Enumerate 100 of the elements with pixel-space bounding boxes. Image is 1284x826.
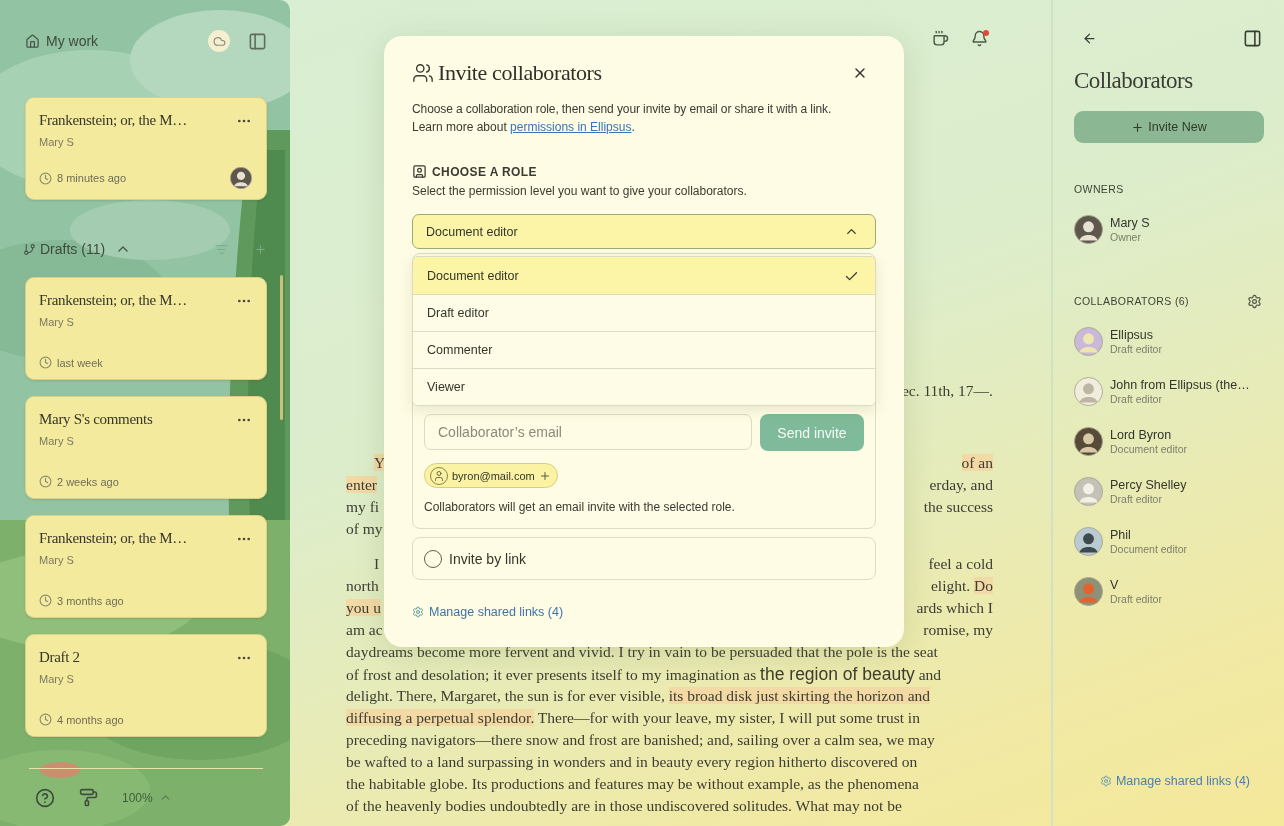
card-time: 4 months ago — [57, 713, 124, 726]
person-name: Lord Byron — [1110, 427, 1173, 442]
email-chip[interactable]: byron@mail.com — [424, 463, 558, 488]
plus-icon — [1131, 120, 1145, 134]
role-select[interactable]: Document editor — [412, 214, 876, 249]
role-option[interactable]: Document editor — [413, 257, 875, 294]
avatar — [230, 167, 252, 189]
card-author: Mary S — [39, 673, 74, 685]
option-label: Invite by link — [449, 550, 527, 567]
text-line: be wafted to a land surpassing in wonders and in beauty every region hitherto discovered on — [346, 753, 918, 771]
document-card[interactable]: Mary S's comments Mary S 2 weeks ago — [25, 396, 267, 499]
card-title: Frankenstein; or, the M… — [39, 530, 187, 547]
email-field[interactable]: Collaborator’s email — [424, 414, 752, 450]
text-line: the habitable globe. Its productions and features may be without example, as the phenomena — [346, 775, 919, 793]
avatar — [1074, 326, 1103, 356]
text-line: daydreams become more fervent and vivid. I try in vain to be persuaded that the pole is the seat — [346, 643, 938, 661]
gear-icon — [412, 606, 424, 618]
avatar — [1074, 476, 1103, 506]
cloud-icon — [212, 34, 226, 48]
text-line: of frost and desolation; it ever presents itself to my imagination as the region of beauty and — [346, 663, 942, 685]
clock-icon — [39, 594, 52, 607]
scrollbar-thumb[interactable] — [280, 275, 283, 420]
invite-new-button[interactable]: Invite New — [1074, 111, 1264, 143]
sidebar-toggle-icon[interactable] — [248, 31, 267, 51]
person-role: Draft editor — [1110, 392, 1163, 405]
panel-title: Collaborators — [1074, 68, 1194, 94]
email-note: Collaborators will get an email invite with the selected role. — [424, 500, 736, 514]
person-role: Document editor — [1110, 442, 1188, 455]
document-card[interactable]: Frankenstein; or, the M… Mary S 3 months ago — [25, 515, 267, 618]
person-name: Ellipsus — [1110, 327, 1155, 342]
text-line: my fi — [346, 498, 380, 516]
gear-icon — [1099, 775, 1112, 787]
card-title: Draft 2 — [39, 649, 80, 666]
person-role: Draft editor — [1110, 592, 1162, 605]
home-icon[interactable] — [25, 33, 40, 49]
card-title: Frankenstein; or, the M… — [39, 292, 187, 309]
section-heading: COLLABORATORS (6) — [1074, 295, 1189, 307]
dialog-title: Invite collaborators — [438, 60, 603, 86]
card-title: Frankenstein; or, the M… — [39, 112, 187, 129]
text-line: of the heavenly bodies undoubtedly are in those undiscovered solitudes. What may not be — [346, 797, 902, 815]
person-role: Document editor — [1110, 542, 1188, 555]
card-time: last week — [57, 356, 103, 369]
document-card[interactable]: Frankenstein; or, the M… Mary S last week — [25, 277, 267, 380]
person-name: John from Ellipsus (the… — [1110, 377, 1250, 392]
back-icon[interactable] — [1082, 30, 1097, 46]
text-line: romise, my — [923, 621, 993, 639]
user-frame-icon — [412, 164, 427, 179]
manage-links-link[interactable]: Manage shared links (4) — [1099, 774, 1251, 788]
section-hint: Select the permission level you want to give your collaborators. — [412, 184, 748, 198]
panel-toggle-icon[interactable] — [1243, 28, 1262, 48]
person-role: Owner — [1110, 230, 1142, 243]
help-icon[interactable] — [35, 787, 55, 808]
text-line: diffusing a perpetual splendor. There—for with your leave, my sister, I will put some trust in — [346, 709, 920, 727]
workspace-title[interactable]: My work — [46, 33, 202, 49]
card-author: Mary S — [39, 435, 74, 447]
role-option[interactable]: Viewer — [413, 368, 875, 405]
document-card[interactable]: Draft 2 Mary S 4 months ago — [25, 634, 267, 737]
text-line: preceding navigators—there snow and frost are banished; and, sailing over a calm sea, we may — [346, 731, 935, 749]
text-line: am ac — [346, 621, 383, 639]
person-name: Phil — [1110, 527, 1132, 542]
paint-roller-icon[interactable] — [79, 788, 98, 807]
text-line: delight. There, Margaret, the sun is for ever visible, its broad disk just skirting the horizon and — [346, 687, 930, 705]
text-line: the success — [923, 498, 993, 516]
branch-icon — [23, 242, 36, 256]
document-card[interactable]: Frankenstein; or, the M… Mary S 8 minutes ago — [25, 97, 267, 200]
avatar — [1074, 214, 1103, 244]
cup-icon[interactable] — [932, 30, 949, 47]
clock-icon — [39, 171, 52, 185]
text-line: I — [373, 555, 380, 573]
person-role: Draft editor — [1110, 342, 1162, 355]
card-author: Mary S — [39, 316, 74, 328]
avatar — [1074, 576, 1103, 606]
card-author: Mary S — [39, 554, 74, 566]
section-heading: OWNERS — [1074, 183, 1124, 195]
learn-more-text: Learn more about permissions in Ellipsus. — [412, 119, 636, 136]
text-line: elight. Do — [931, 577, 993, 595]
person-name: V — [1110, 577, 1120, 592]
plus-icon — [538, 469, 551, 482]
avatar — [1074, 526, 1103, 556]
card-time: 2 weeks ago — [57, 475, 119, 488]
card-author: Mary S — [39, 136, 74, 148]
person-name: Percy Shelley — [1110, 477, 1187, 492]
invite-link-option[interactable]: Invite by link — [412, 537, 876, 580]
section-heading: CHOOSE A ROLE — [432, 164, 537, 179]
card-time: 3 months ago — [57, 594, 124, 607]
role-option[interactable]: Draft editor — [413, 294, 875, 331]
text-line: feel a cold — [928, 555, 993, 573]
drafts-heading[interactable]: Drafts (11) — [40, 241, 106, 257]
manage-links-link[interactable]: Manage shared links (4) — [412, 605, 564, 619]
avatar — [1074, 426, 1103, 456]
avatar — [1074, 376, 1103, 406]
person-role: Draft editor — [1110, 492, 1163, 505]
settings-icon[interactable] — [1247, 293, 1262, 309]
role-option[interactable]: Commenter — [413, 331, 875, 368]
person-name: Mary S — [1110, 215, 1150, 230]
people-icon — [412, 62, 434, 84]
clock-icon — [39, 356, 52, 369]
text-line: north — [346, 577, 379, 595]
card-title: Mary S's comments — [39, 411, 153, 428]
text-line: ards which I — [916, 599, 993, 617]
